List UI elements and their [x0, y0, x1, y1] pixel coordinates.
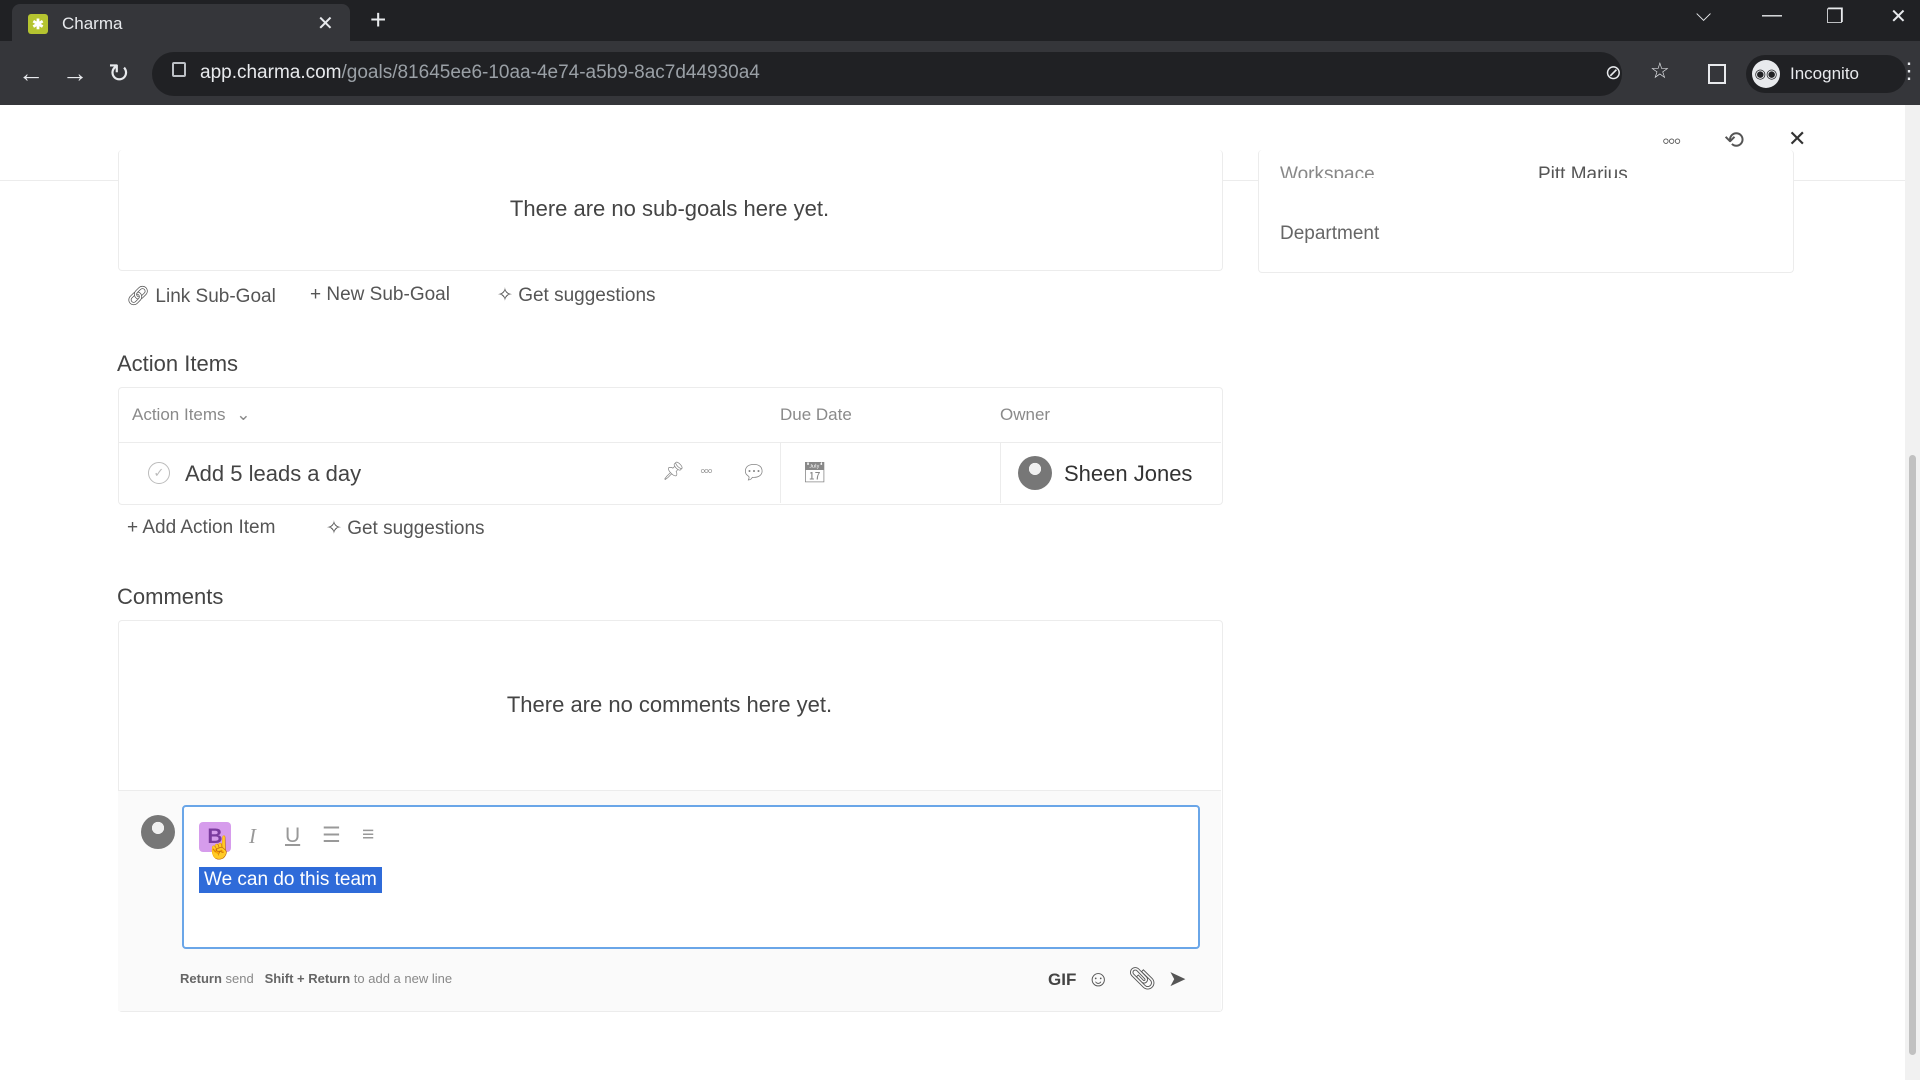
window-close-button[interactable]: ✕	[1890, 4, 1907, 29]
side-panel-icon[interactable]	[1708, 64, 1726, 84]
comment-text[interactable]: We can do this team	[199, 867, 382, 893]
close-panel-icon[interactable]: ✕	[1788, 126, 1806, 152]
department-label: Department	[1280, 223, 1380, 244]
workspace-label: Workspace	[1280, 164, 1375, 178]
tab-title: Charma	[62, 14, 123, 33]
minimize-button[interactable]: —	[1762, 4, 1782, 27]
pin-icon[interactable]: 📌︎	[662, 461, 685, 482]
tab-close-icon[interactable]: ✕	[317, 11, 334, 36]
subgoal-suggestions-button[interactable]: ✧ Get suggestions	[497, 284, 656, 307]
comment-icon[interactable]: 💬︎	[741, 460, 766, 485]
attachment-icon[interactable]: 📎︎	[1128, 966, 1156, 992]
italic-button[interactable]: I	[249, 824, 256, 849]
magic-wand-icon: ✧	[326, 518, 342, 539]
owner-avatar	[1018, 456, 1052, 490]
back-arrow-icon[interactable]: ←	[18, 58, 44, 89]
comments-title: Comments	[117, 584, 224, 609]
mouse-cursor-icon: ☝	[206, 835, 234, 860]
action-suggestions-button[interactable]: ✧ Get suggestions	[326, 517, 485, 540]
magic-wand-icon: ✧	[497, 285, 513, 306]
bullet-list-icon[interactable]: ☰	[322, 823, 341, 848]
incognito-label: Incognito	[1790, 64, 1859, 83]
current-user-avatar	[141, 815, 175, 849]
browser-menu-icon[interactable]: ⋮	[1898, 58, 1920, 84]
owner-name[interactable]: Sheen Jones	[1064, 461, 1192, 487]
column-header-owner: Owner	[1000, 405, 1051, 424]
reload-icon[interactable]: ↻	[108, 58, 130, 89]
charma-favicon-icon: ✱	[28, 14, 48, 34]
star-icon[interactable]: ☆	[1650, 58, 1670, 84]
forward-arrow-icon[interactable]: →	[62, 58, 88, 89]
workspace-value[interactable]: Pitt Marius	[1538, 164, 1628, 178]
more-icon[interactable]: ◦◦◦	[700, 463, 713, 481]
restore-button[interactable]: ❐	[1826, 4, 1844, 29]
column-divider	[780, 443, 781, 503]
chevron-down-icon: ⌄	[236, 405, 251, 424]
action-items-table	[118, 387, 1223, 505]
new-subgoal-button[interactable]: + New Sub-Goal	[310, 284, 450, 306]
column-header-action-items[interactable]: Action Items ⌄	[132, 405, 251, 425]
subgoals-empty-text: There are no sub-goals here yet.	[509, 196, 830, 221]
underline-button[interactable]: U	[285, 824, 300, 848]
tab-search-icon[interactable]: ⌵	[1696, 4, 1711, 27]
action-item-title[interactable]: Add 5 leads a day	[185, 461, 361, 487]
scrollbar-thumb[interactable]	[1909, 455, 1916, 1055]
calendar-icon[interactable]: 📅︎	[802, 460, 827, 485]
new-tab-button[interactable]: +	[370, 4, 386, 36]
keyboard-hint: Return send Shift + Return to add a new …	[180, 971, 453, 986]
column-header-due-date: Due Date	[780, 405, 852, 424]
plus-icon: +	[310, 284, 322, 305]
browser-tab[interactable]: ✱ Charma ✕	[12, 4, 350, 41]
lock-icon[interactable]	[172, 62, 186, 77]
gif-button[interactable]: GIF	[1048, 970, 1076, 990]
send-icon[interactable]: ➤	[1168, 966, 1186, 992]
add-action-item-button[interactable]: + Add Action Item	[127, 517, 275, 539]
emoji-icon[interactable]: ☺	[1087, 966, 1109, 992]
comments-empty-text: There are no comments here yet.	[506, 692, 833, 717]
action-items-title: Action Items	[117, 351, 239, 376]
plus-icon: +	[127, 517, 139, 538]
complete-check-icon[interactable]: ✓	[148, 462, 170, 484]
table-divider	[118, 442, 1221, 443]
url-text[interactable]: app.charma.com/goals/81645ee6-10aa-4e74-…	[200, 62, 760, 84]
link-icon: 🔗︎	[126, 286, 151, 307]
eye-off-icon[interactable]: ⊘	[1605, 60, 1622, 85]
numbered-list-icon[interactable]: ≡	[362, 823, 374, 847]
incognito-icon: ◉◉	[1752, 60, 1780, 88]
column-divider	[1000, 443, 1001, 503]
link-subgoal-button[interactable]: 🔗︎ Link Sub-Goal	[126, 284, 276, 308]
